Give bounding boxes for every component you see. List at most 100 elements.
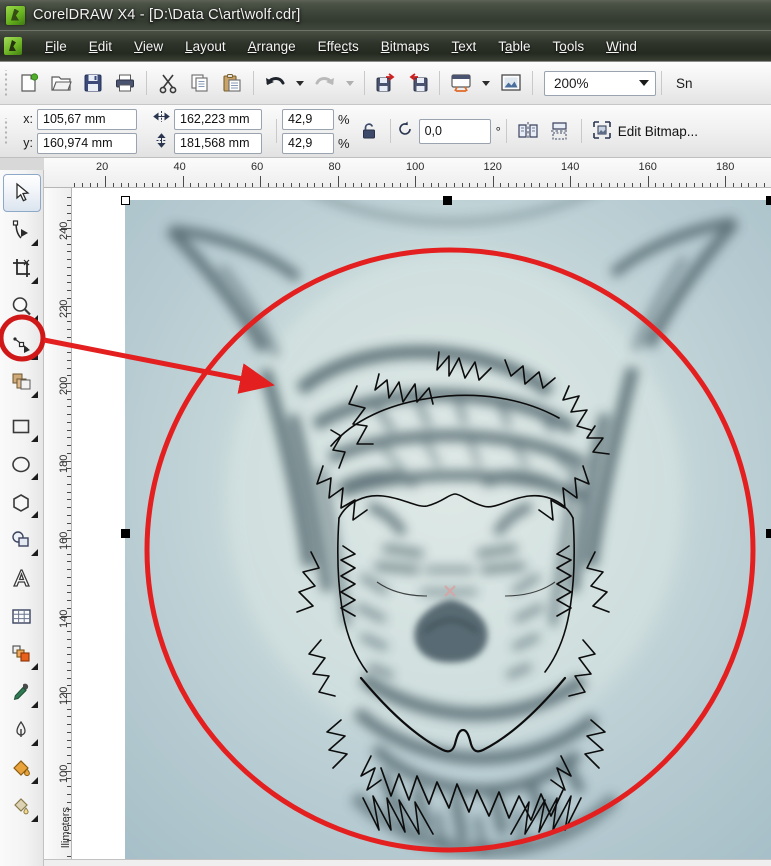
smart-fill-tool[interactable] [3, 364, 41, 402]
x-position-field[interactable]: 105,67 mm [37, 108, 137, 130]
chevron-down-icon[interactable] [639, 80, 649, 86]
menu-arrange[interactable]: Arrange [237, 36, 307, 57]
ellipse-tool-flyout-icon[interactable] [30, 473, 38, 480]
application-launcher-button[interactable] [446, 68, 476, 98]
selection-handle-middle-right[interactable] [766, 529, 771, 538]
open-document-button[interactable] [46, 68, 76, 98]
undo-dropdown-arrow[interactable] [296, 80, 304, 86]
polygon-tool-flyout-icon[interactable] [30, 511, 38, 518]
menu-tools[interactable]: Tools [542, 36, 596, 57]
scale-horizontal-field[interactable]: 42,9 [282, 108, 334, 130]
menu-window[interactable]: Wind [595, 36, 648, 57]
page-tab-strip[interactable] [44, 859, 771, 866]
basic-shapes-flyout-icon[interactable] [30, 549, 38, 556]
interactive-fill-flyout-icon[interactable] [30, 815, 38, 822]
horizontal-ruler[interactable]: 20 40 60 80 100 120 140 160 180 [44, 158, 771, 188]
zoom-tool[interactable] [3, 288, 41, 326]
drawing-canvas[interactable] [72, 188, 771, 866]
menu-edit[interactable]: Edit [78, 36, 123, 57]
eyedropper-flyout-icon[interactable] [30, 701, 38, 708]
zoom-tool-flyout-icon[interactable] [30, 315, 38, 322]
shape-tool[interactable] [3, 212, 41, 250]
outline-pen-tool[interactable] [3, 712, 41, 750]
menu-layout[interactable]: Layout [174, 36, 237, 57]
propertybar-grip[interactable] [3, 118, 10, 144]
redo-dropdown-arrow[interactable] [346, 80, 354, 86]
wolf-bitmap-object[interactable] [125, 200, 771, 866]
horizontal-ruler-minor-tick [701, 183, 703, 187]
selection-handle-top-center[interactable] [443, 196, 452, 205]
shape-tool-flyout-icon[interactable] [30, 239, 38, 246]
object-height-field[interactable]: 181,568 mm [174, 132, 262, 154]
table-tool[interactable] [3, 598, 41, 636]
horizontal-ruler-minor-tick [236, 183, 238, 187]
horizontal-ruler-minor-tick [422, 183, 424, 187]
horizontal-ruler-minor-tick [500, 183, 502, 187]
pick-tool[interactable] [2, 174, 41, 212]
welcome-screen-button[interactable] [496, 68, 526, 98]
selection-handle-top-right[interactable] [766, 196, 771, 205]
menu-text[interactable]: Text [441, 36, 488, 57]
rotation-angle-field[interactable]: 0,0 [418, 118, 491, 144]
toolbar-grip[interactable] [3, 70, 10, 96]
zoom-level-combobox[interactable]: 200% [544, 70, 656, 96]
copy-button[interactable] [185, 68, 215, 98]
application-launcher-dropdown-arrow[interactable] [482, 80, 490, 86]
horizontal-ruler-minor-tick [732, 183, 734, 187]
horizontal-ruler-minor-tick [407, 183, 409, 187]
selection-handle-middle-left[interactable] [121, 529, 130, 538]
menu-table[interactable]: Table [487, 36, 541, 57]
smart-fill-flyout-icon[interactable] [30, 391, 38, 398]
crop-tool[interactable] [3, 250, 41, 288]
export-button[interactable] [403, 68, 433, 98]
selection-handle-top-left[interactable] [121, 196, 130, 205]
redo-button[interactable] [310, 68, 340, 98]
toolbar-separator [661, 71, 662, 95]
horizontal-ruler-tick [105, 176, 106, 187]
cut-button[interactable] [153, 68, 183, 98]
snap-to-label[interactable]: Sn [676, 76, 693, 91]
horizontal-ruler-minor-tick [624, 183, 626, 187]
rectangle-tool[interactable] [3, 408, 41, 446]
menu-effects[interactable]: Effects [307, 36, 370, 57]
rectangle-tool-flyout-icon[interactable] [30, 435, 38, 442]
blend-tool-flyout-icon[interactable] [30, 663, 38, 670]
horizontal-ruler-tick [182, 176, 184, 187]
document-icon[interactable] [4, 37, 22, 55]
text-tool[interactable] [3, 560, 41, 598]
menu-bitmaps[interactable]: Bitmaps [370, 36, 441, 57]
outline-pen-flyout-icon[interactable] [30, 739, 38, 746]
horizontal-ruler-label: 160 [638, 161, 657, 173]
menu-file[interactable]: File [34, 36, 78, 57]
interactive-fill-tool[interactable] [3, 788, 41, 826]
paste-button[interactable] [217, 68, 247, 98]
horizontal-ruler-label: 120 [483, 161, 502, 173]
ellipse-tool[interactable] [3, 446, 41, 484]
lock-aspect-ratio-button[interactable] [354, 116, 384, 146]
fill-tool-flyout-icon[interactable] [30, 777, 38, 784]
basic-shapes-tool[interactable] [3, 522, 41, 560]
horizontal-ruler-minor-tick [229, 183, 230, 187]
freehand-tool-flyout-icon[interactable] [30, 353, 38, 360]
mirror-horizontal-button[interactable] [513, 116, 543, 146]
save-button[interactable] [78, 68, 108, 98]
eyedropper-tool[interactable] [3, 674, 41, 712]
mirror-vertical-button[interactable] [545, 116, 575, 146]
import-button[interactable] [371, 68, 401, 98]
toolbar-separator [146, 71, 147, 95]
y-position-field[interactable]: 160,974 mm [37, 132, 137, 154]
vertical-ruler[interactable]: 240 220 200 180 160 140 120 100 llimeters [44, 188, 72, 866]
print-button[interactable] [110, 68, 140, 98]
horizontal-ruler-minor-tick [368, 183, 370, 187]
new-document-button[interactable] [14, 68, 44, 98]
fill-tool[interactable] [3, 750, 41, 788]
crop-tool-flyout-icon[interactable] [30, 277, 38, 284]
object-width-field[interactable]: 162,223 mm [174, 108, 262, 130]
freehand-bezier-tool[interactable] [3, 326, 41, 364]
scale-vertical-field[interactable]: 42,9 [282, 132, 334, 154]
polygon-tool[interactable] [3, 484, 41, 522]
interactive-blend-tool[interactable] [3, 636, 41, 674]
menu-view[interactable]: View [123, 36, 174, 57]
undo-button[interactable] [260, 68, 290, 98]
edit-bitmap-button[interactable]: Edit Bitmap... [587, 116, 703, 147]
